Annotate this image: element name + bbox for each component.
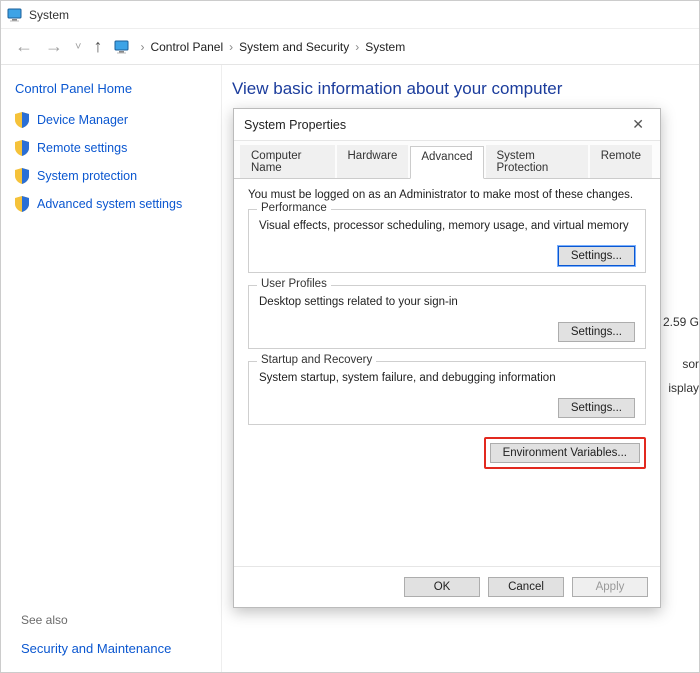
dialog-title: System Properties (244, 118, 346, 132)
nav-toolbar: ← → ˅ ↑ › Control Panel › System and Sec… (1, 29, 699, 65)
breadcrumb-node[interactable]: System (365, 40, 405, 54)
group-description: Desktop settings related to your sign-in (259, 296, 635, 308)
chevron-right-icon[interactable]: › (140, 40, 144, 54)
sidebar-item-label: Remote settings (37, 141, 127, 155)
breadcrumb-icon (114, 39, 130, 55)
startup-recovery-group: Startup and Recovery System startup, sys… (248, 361, 646, 425)
window-title: System (29, 8, 69, 22)
admin-note: You must be logged on as an Administrato… (248, 189, 646, 201)
apply-button[interactable]: Apply (572, 577, 648, 597)
shield-icon (15, 168, 29, 184)
tab-remote[interactable]: Remote (590, 145, 652, 178)
close-button[interactable]: ✕ (626, 114, 650, 135)
sidebar-item-label: System protection (37, 169, 137, 183)
dialog-footer: OK Cancel Apply (234, 566, 660, 607)
info-fragment: sor (682, 357, 699, 371)
info-fragment: 2.59 G (663, 315, 699, 329)
user-profiles-group: User Profiles Desktop settings related t… (248, 285, 646, 349)
chevron-right-icon[interactable]: › (229, 40, 233, 54)
chevron-right-icon[interactable]: › (355, 40, 359, 54)
shield-icon (15, 112, 29, 128)
system-icon (7, 7, 23, 23)
page-heading: View basic information about your comput… (232, 79, 689, 99)
info-fragment: isplay (668, 381, 699, 395)
window-titlebar: System (1, 1, 699, 29)
nav-forward-icon: → (39, 36, 69, 57)
performance-settings-button[interactable]: Settings... (558, 246, 635, 266)
group-legend: Startup and Recovery (257, 354, 376, 366)
highlight-box: Environment Variables... (484, 437, 646, 469)
sidebar-item-remote-settings[interactable]: Remote settings (15, 140, 207, 156)
sidebar-item-label: Device Manager (37, 113, 128, 127)
group-description: Visual effects, processor scheduling, me… (259, 220, 635, 232)
partial-info: 2.59 G sor isplay (663, 315, 699, 395)
user-profiles-settings-button[interactable]: Settings... (558, 322, 635, 342)
performance-group: Performance Visual effects, processor sc… (248, 209, 646, 273)
breadcrumb-node[interactable]: System and Security (239, 40, 349, 54)
breadcrumb[interactable]: › Control Panel › System and Security › … (114, 39, 405, 55)
nav-up-icon[interactable]: ↑ (87, 36, 108, 57)
sidebar-item-label: Advanced system settings (37, 197, 182, 211)
close-icon: ✕ (632, 116, 644, 132)
breadcrumb-node[interactable]: Control Panel (150, 40, 223, 54)
environment-variables-button[interactable]: Environment Variables... (490, 443, 640, 463)
cancel-button[interactable]: Cancel (488, 577, 564, 597)
dialog-titlebar: System Properties ✕ (234, 109, 660, 141)
system-properties-dialog: System Properties ✕ Computer Name Hardwa… (233, 108, 661, 608)
tab-computer-name[interactable]: Computer Name (240, 145, 335, 178)
dialog-tabs: Computer Name Hardware Advanced System P… (234, 141, 660, 179)
sidebar: Control Panel Home Device Manager Remote… (1, 65, 221, 672)
sidebar-item-system-protection[interactable]: System protection (15, 168, 207, 184)
tab-system-protection[interactable]: System Protection (486, 145, 588, 178)
control-panel-home-link[interactable]: Control Panel Home (15, 81, 207, 96)
ok-button[interactable]: OK (404, 577, 480, 597)
see-also-section: See also Security and Maintenance (21, 293, 207, 656)
group-legend: User Profiles (257, 278, 331, 290)
group-legend: Performance (257, 202, 331, 214)
shield-icon (15, 140, 29, 156)
dialog-body: You must be logged on as an Administrato… (234, 179, 660, 566)
group-description: System startup, system failure, and debu… (259, 372, 635, 384)
tab-hardware[interactable]: Hardware (337, 145, 409, 178)
sidebar-item-device-manager[interactable]: Device Manager (15, 112, 207, 128)
nav-recent-icon[interactable]: ˅ (69, 41, 87, 53)
sidebar-item-advanced-system-settings[interactable]: Advanced system settings (15, 196, 207, 212)
security-and-maintenance-link[interactable]: Security and Maintenance (21, 641, 207, 656)
see-also-label: See also (21, 613, 207, 627)
tab-advanced[interactable]: Advanced (410, 146, 483, 179)
shield-icon (15, 196, 29, 212)
nav-back-icon[interactable]: ← (9, 36, 39, 57)
startup-recovery-settings-button[interactable]: Settings... (558, 398, 635, 418)
